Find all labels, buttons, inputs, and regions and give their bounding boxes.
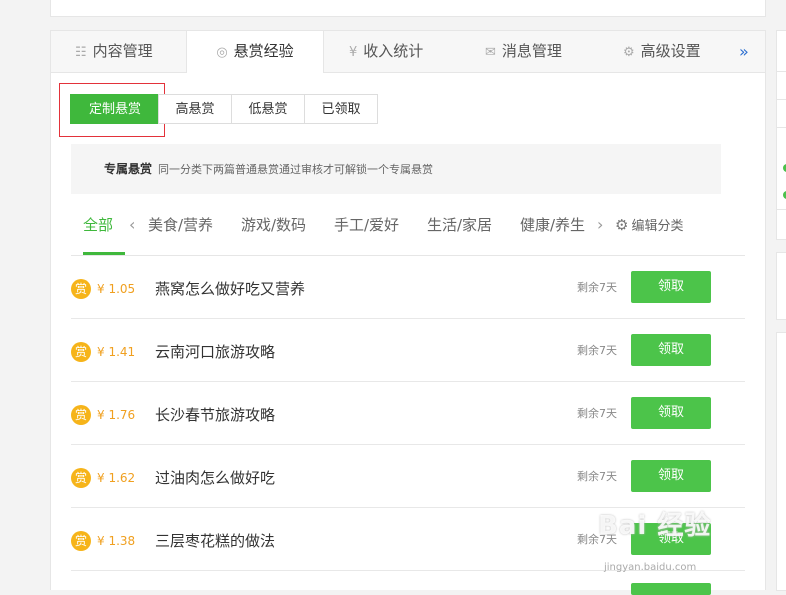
reward-row: 赏 ¥ 1.76 长沙春节旅游攻略 剩余7天 领取 [71,381,745,445]
filter-claimed[interactable]: 已领取 [304,94,378,124]
filter-low-reward[interactable]: 低悬赏 [231,94,305,124]
reward-price: ¥ 1.38 [97,534,136,548]
right-panel-mid [776,252,786,320]
right-panel-bottom [776,332,786,591]
claim-button[interactable]: 领取 [631,271,711,303]
claim-button[interactable]: 领取 [631,334,711,366]
reward-price: ¥ 1.76 [97,408,136,422]
reward-title[interactable]: 三层枣花糕的做法 [155,528,275,554]
tab-content-management[interactable]: ☷ 内容管理 [75,31,153,72]
category-life[interactable]: 生活/家居 [427,203,492,247]
mail-icon: ✉ [485,45,496,60]
claim-button[interactable] [631,583,711,595]
reward-title[interactable]: 过油肉怎么做好吃 [155,465,275,491]
category-games[interactable]: 游戏/数码 [241,203,306,247]
gear-icon: ⚙ [623,45,635,60]
list-icon: ☷ [75,45,87,60]
yen-icon: ¥ [349,45,358,60]
remaining-days: 剩余7天 [577,344,617,357]
top-card [50,0,766,17]
remaining-days: 剩余7天 [577,281,617,294]
edit-category-button[interactable]: ⚙ 编辑分类 [615,203,683,247]
category-health[interactable]: 健康/养生 [520,203,585,247]
reward-icon: ◎ [216,45,228,60]
tab-reward-experience[interactable]: ◎ 悬赏经验 [186,31,324,73]
remaining-days: 剩余7天 [577,407,617,420]
reward-badge: 赏 [71,279,91,299]
category-bar: 全部 ‹ 美食/营养 游戏/数码 手工/爱好 生活/家居 健康/养生 › ⚙ 编辑… [71,203,745,256]
filter-high-reward[interactable]: 高悬赏 [158,94,232,124]
category-food[interactable]: 美食/营养 [148,203,213,247]
exclusive-reward-info: 专属悬赏 同一分类下两篇普通悬赏通过审核才可解锁一个专属悬赏 [71,144,721,194]
category-crafts[interactable]: 手工/爱好 [334,203,399,247]
reward-row: 赏 ¥ 1.62 过油肉怎么做好吃 剩余7天 领取 [71,444,745,508]
category-all[interactable]: 全部 [83,203,113,247]
info-description: 同一分类下两篇普通悬赏通过审核才可解锁一个专属悬赏 [158,163,434,176]
chevron-right-icon[interactable]: › [597,203,603,247]
watermark-url: jingyan.baidu.com [604,562,697,573]
reward-badge: 赏 [71,468,91,488]
claim-button[interactable]: 领取 [631,460,711,492]
reward-row: 赏 ¥ 1.41 云南河口旅游攻略 剩余7天 领取 [71,318,745,382]
chevron-left-icon[interactable]: ‹ [129,203,135,247]
right-panel-top [776,30,786,240]
reward-badge: 赏 [71,531,91,551]
remaining-days: 剩余7天 [577,470,617,483]
tabs-more-button[interactable]: » [739,31,749,72]
tab-advanced-settings[interactable]: ⚙ 高级设置 [623,31,701,72]
reward-title[interactable]: 燕窝怎么做好吃又营养 [155,276,305,302]
reward-price: ¥ 1.41 [97,345,136,359]
watermark-logo: Bai 经验 [598,511,712,541]
reward-title[interactable]: 云南河口旅游攻略 [155,339,275,365]
tab-bar: ☷ 内容管理 ◎ 悬赏经验 ¥ 收入统计 ✉ 消息管理 ⚙ 高级设置 » [51,31,765,73]
reward-row: 赏 ¥ 1.05 燕窝怎么做好吃又营养 剩余7天 领取 [71,255,745,319]
reward-badge: 赏 [71,342,91,362]
reward-price: ¥ 1.62 [97,471,136,485]
reward-badge: 赏 [71,405,91,425]
reward-price: ¥ 1.05 [97,282,136,296]
claim-button[interactable]: 领取 [631,397,711,429]
reward-title[interactable]: 长沙春节旅游攻略 [155,402,275,428]
gear-icon: ⚙ [615,216,629,234]
tab-income-stats[interactable]: ¥ 收入统计 [349,31,423,72]
filter-custom-reward[interactable]: 定制悬赏 [70,94,160,124]
tab-message-management[interactable]: ✉ 消息管理 [485,31,562,72]
info-title: 专属悬赏 [104,162,153,176]
